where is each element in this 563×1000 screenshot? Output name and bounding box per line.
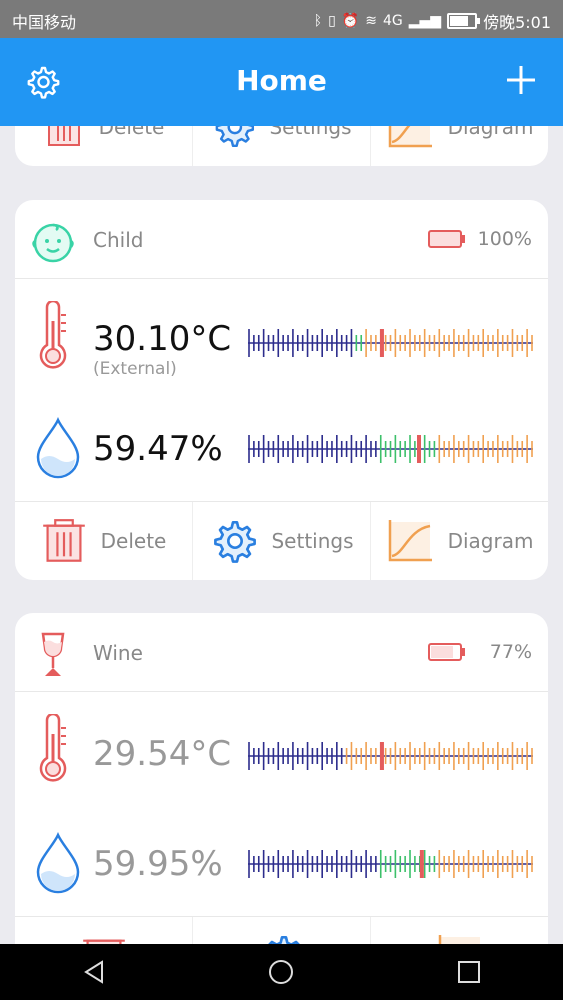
settings-button[interactable] [192, 917, 370, 944]
temperature-note: (External) [93, 359, 177, 379]
temperature-value: 29.54°C [93, 734, 232, 774]
chart-icon [438, 935, 480, 944]
trash-icon [42, 519, 85, 562]
humidity-scale [248, 435, 533, 463]
home-icon[interactable] [267, 958, 295, 986]
scale-marker [419, 850, 424, 878]
temperature-scale [248, 329, 533, 357]
temperature-scale [248, 742, 533, 770]
water-drop-icon [36, 417, 80, 479]
recents-icon[interactable] [455, 958, 483, 986]
battery-icon [428, 230, 465, 248]
network-label: 4G [382, 13, 403, 29]
wifi-icon: ≋ [365, 13, 377, 29]
trash-icon [47, 126, 80, 146]
delete-label: Delete [98, 126, 165, 139]
alarm-icon: ⏰ [341, 13, 360, 29]
vibrate-icon: ▯ [328, 13, 336, 29]
humidity-reading: 59.47% [15, 389, 548, 501]
thermometer-icon [39, 714, 67, 782]
back-icon[interactable] [80, 958, 108, 986]
device-card-previous: Delete Settings Diagram [15, 126, 548, 166]
wine-glass-icon [41, 632, 65, 676]
diagram-label: Diagram [447, 529, 534, 553]
settings-label: Settings [271, 529, 354, 553]
card-actions: Delete Settings Diagram [15, 501, 548, 580]
card-header: Child 100% [15, 200, 548, 279]
carrier-label: 中国移动 [12, 13, 77, 32]
status-battery-icon [447, 13, 481, 29]
delete-button[interactable] [15, 917, 192, 944]
device-name: Wine [93, 641, 143, 665]
system-nav-bar [0, 944, 563, 1000]
clock: 傍晚5:01 [483, 13, 551, 32]
device-card-wine[interactable]: Wine 77% 29.54°C 59.95% [15, 613, 548, 944]
diagram-button[interactable]: Diagram [370, 126, 548, 166]
page-title: Home [236, 64, 327, 97]
humidity-scale [248, 850, 533, 878]
delete-button[interactable]: Delete [15, 502, 192, 580]
status-bar: 中国移动 ᛒ ▯ ⏰ ≋ 4G ▂▄▆ 傍晚5:01 [0, 0, 563, 38]
battery-level: 77% [489, 641, 532, 663]
plus-icon[interactable] [505, 64, 537, 96]
settings-label: Settings [269, 126, 352, 139]
temperature-reading: 29.54°C [15, 692, 548, 804]
humidity-value: 59.47% [93, 429, 223, 469]
device-list[interactable]: Delete Settings Diagram Child 100% 30.10… [0, 126, 563, 944]
scale-marker [379, 742, 384, 770]
bluetooth-icon: ᛒ [313, 13, 323, 29]
app-bar: Home [0, 38, 563, 126]
delete-label: Delete [100, 529, 167, 553]
battery-level: 100% [477, 228, 532, 250]
diagram-button[interactable] [370, 917, 548, 944]
temperature-value: 30.10°C [93, 319, 232, 359]
humidity-value: 59.95% [93, 844, 223, 884]
scale-marker [417, 435, 421, 463]
battery-icon [428, 643, 465, 661]
gear-icon [214, 521, 257, 563]
gear-icon [216, 126, 255, 148]
diagram-button[interactable]: Diagram [370, 502, 548, 580]
baby-face-icon [32, 223, 74, 263]
humidity-reading: 59.95% [15, 804, 548, 916]
card-actions [15, 916, 548, 944]
diagram-label: Diagram [447, 126, 534, 139]
device-card-child[interactable]: Child 100% 30.10°C (External) 59.47% Del… [15, 200, 548, 580]
gear-icon [267, 936, 300, 944]
settings-button[interactable]: Settings [192, 502, 370, 580]
chart-icon [388, 520, 432, 562]
thermometer-icon [39, 301, 67, 369]
temperature-reading: 30.10°C (External) [15, 279, 548, 389]
chart-icon [388, 126, 432, 148]
signal-icon: ▂▄▆ [408, 13, 442, 29]
water-drop-icon [36, 832, 80, 894]
trash-icon [82, 939, 125, 944]
card-header: Wine 77% [15, 613, 548, 692]
device-name: Child [93, 228, 144, 252]
delete-button[interactable]: Delete [15, 126, 192, 166]
settings-button[interactable]: Settings [192, 126, 370, 166]
scale-marker [379, 329, 384, 357]
